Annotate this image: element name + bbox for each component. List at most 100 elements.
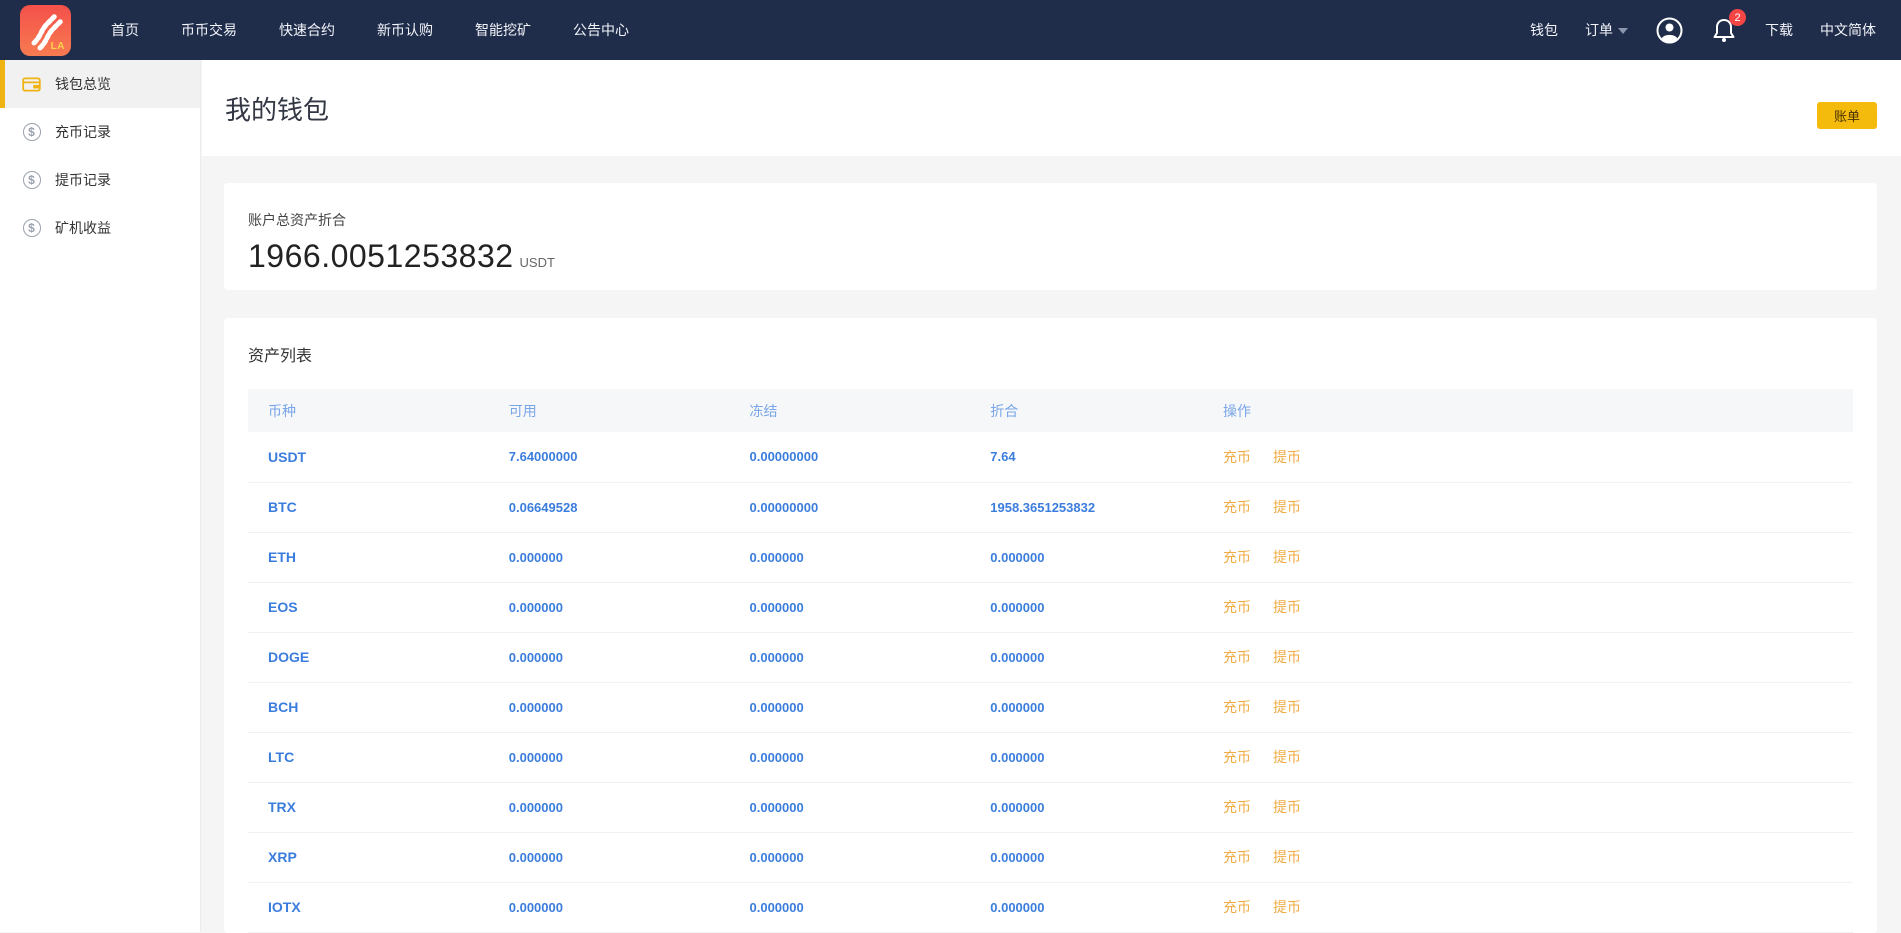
coin-cell: XRP [248,832,489,882]
withdraw-link[interactable]: 提币 [1273,549,1301,565]
actions-cell: 充币 提币 [1203,732,1853,782]
deposit-link[interactable]: 充币 [1223,499,1251,515]
bill-button[interactable]: 账单 [1817,102,1877,129]
available-cell: 0.000000 [489,882,730,932]
sidebar-item-label: 矿机收益 [55,218,111,238]
converted-cell: 1958.3651253832 [970,482,1203,532]
frozen-cell: 0.000000 [730,882,971,932]
asset-list-card: 资产列表 币种可用冻结折合操作 USDT7.640000000.00000000… [224,318,1877,933]
notifications-button[interactable]: 2 [1710,16,1738,44]
asset-table: 币种可用冻结折合操作 USDT7.640000000.000000007.64充… [248,389,1853,933]
sidebar-item-0[interactable]: 钱包总览 [0,60,200,108]
notification-badge: 2 [1729,9,1746,26]
asset-row-BCH: BCH0.0000000.0000000.000000充币提币 [248,682,1853,732]
withdraw-link[interactable]: 提币 [1273,599,1301,615]
sidebar-item-2[interactable]: $ 提币记录 [0,156,200,204]
frozen-cell: 0.000000 [730,632,971,682]
withdraw-link[interactable]: 提币 [1273,649,1301,665]
deposit-link[interactable]: 充币 [1223,649,1251,665]
withdraw-link[interactable]: 提币 [1273,449,1301,465]
top-nav: LA 首页 币币交易 快速合约 新币认购 智能挖矿 公告中心 钱包 订单 2 下载 中文简… [0,0,1901,60]
app-logo[interactable]: LA [20,5,71,56]
wallet-icon [21,74,42,95]
converted-cell: 0.000000 [970,882,1203,932]
frozen-cell: 0.000000 [730,832,971,882]
asset-row-ETH: ETH0.0000000.0000000.000000充币提币 [248,532,1853,582]
total-assets-card: 账户总资产折合 1966.0051253832 USDT [224,183,1877,290]
language-selector[interactable]: 中文简体 [1820,20,1876,40]
nav-item-1[interactable]: 币币交易 [181,20,237,40]
deposit-link[interactable]: 充币 [1223,599,1251,615]
actions-cell: 充币 提币 [1203,632,1853,682]
converted-cell: 0.000000 [970,682,1203,732]
column-header-4: 操作 [1203,389,1853,432]
coin-cell: EOS [248,582,489,632]
nav-item-5[interactable]: 公告中心 [573,20,629,40]
nav-item-0[interactable]: 首页 [111,20,139,40]
deposit-link[interactable]: 充币 [1223,899,1251,915]
total-assets-amount: 1966.0051253832 [248,238,514,275]
deposit-link[interactable]: 充币 [1223,749,1251,765]
account-button[interactable] [1655,16,1683,44]
asset-row-BTC: BTC0.066495280.000000001958.3651253832充币… [248,482,1853,532]
deposit-link[interactable]: 充币 [1223,799,1251,815]
nav-menu: 首页 币币交易 快速合约 新币认购 智能挖矿 公告中心 [111,20,629,40]
nav-orders-dropdown[interactable]: 订单 [1585,20,1628,40]
asset-row-LTC: LTC0.0000000.0000000.000000充币提币 [248,732,1853,782]
asset-table-body: USDT7.640000000.000000007.64充币提币BTC0.066… [248,432,1853,932]
sidebar-item-label: 充币记录 [55,122,111,142]
converted-cell: 7.64 [970,432,1203,482]
converted-cell: 0.000000 [970,832,1203,882]
withdraw-link[interactable]: 提币 [1273,749,1301,765]
coin-cell: ETH [248,532,489,582]
coin-cell: LTC [248,732,489,782]
nav-item-2[interactable]: 快速合约 [279,20,335,40]
available-cell: 0.000000 [489,832,730,882]
frozen-cell: 0.000000 [730,682,971,732]
converted-cell: 0.000000 [970,632,1203,682]
coin-cell: TRX [248,782,489,832]
converted-cell: 0.000000 [970,732,1203,782]
frozen-cell: 0.000000 [730,732,971,782]
withdraw-link[interactable]: 提币 [1273,899,1301,915]
sidebar-item-3[interactable]: $ 矿机收益 [0,204,200,252]
coin-cell: BCH [248,682,489,732]
dollar-icon: $ [21,218,42,239]
frozen-cell: 0.000000 [730,782,971,832]
withdraw-link[interactable]: 提币 [1273,849,1301,865]
actions-cell: 充币 提币 [1203,882,1853,932]
deposit-link[interactable]: 充币 [1223,449,1251,465]
frozen-cell: 0.00000000 [730,482,971,532]
actions-cell: 充币 提币 [1203,532,1853,582]
sidebar: 钱包总览 $ 充币记录 $ 提币记录 $ 矿机收益 [0,60,201,932]
deposit-link[interactable]: 充币 [1223,699,1251,715]
withdraw-link[interactable]: 提币 [1273,699,1301,715]
actions-cell: 充币 提币 [1203,782,1853,832]
converted-cell: 0.000000 [970,532,1203,582]
available-cell: 0.000000 [489,682,730,732]
sidebar-item-label: 提币记录 [55,170,111,190]
coin-cell: USDT [248,432,489,482]
column-header-1: 可用 [489,389,730,432]
dollar-icon: $ [21,170,42,191]
asset-row-XRP: XRP0.0000000.0000000.000000充币提币 [248,832,1853,882]
asset-row-EOS: EOS0.0000000.0000000.000000充币提币 [248,582,1853,632]
nav-item-3[interactable]: 新币认购 [377,20,433,40]
nav-item-4[interactable]: 智能挖矿 [475,20,531,40]
withdraw-link[interactable]: 提币 [1273,499,1301,515]
withdraw-link[interactable]: 提币 [1273,799,1301,815]
asset-table-header-row: 币种可用冻结折合操作 [248,389,1853,432]
nav-wallet-link[interactable]: 钱包 [1530,20,1558,40]
column-header-0: 币种 [248,389,489,432]
coin-cell: DOGE [248,632,489,682]
nav-download-link[interactable]: 下载 [1765,20,1793,40]
deposit-link[interactable]: 充币 [1223,849,1251,865]
available-cell: 0.000000 [489,632,730,682]
sidebar-item-1[interactable]: $ 充币记录 [0,108,200,156]
dollar-icon: $ [21,122,42,143]
deposit-link[interactable]: 充币 [1223,549,1251,565]
chevron-down-icon [1618,28,1628,34]
page-header: 我的钱包 账单 [202,60,1901,156]
frozen-cell: 0.000000 [730,582,971,632]
actions-cell: 充币 提币 [1203,832,1853,882]
